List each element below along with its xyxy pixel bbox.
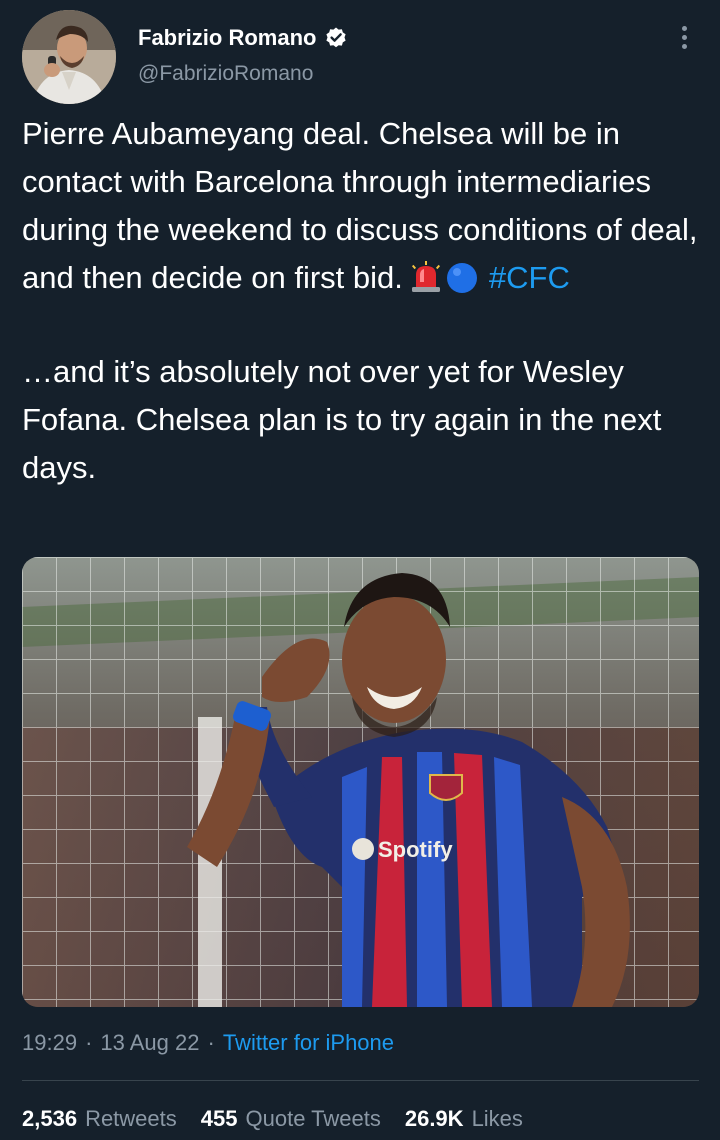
retweets-count: 2,536 bbox=[22, 1106, 78, 1131]
tweet-date[interactable]: 13 Aug 22 bbox=[100, 1030, 199, 1056]
quote-tweets-count: 455 bbox=[200, 1106, 238, 1131]
tweet-time[interactable]: 19:29 bbox=[22, 1030, 77, 1056]
more-dot-icon bbox=[681, 43, 687, 49]
verified-badge-icon bbox=[324, 26, 348, 50]
hashtag-link[interactable]: #CFC bbox=[489, 260, 570, 295]
likes-label: Likes bbox=[471, 1106, 523, 1131]
blue-circle-icon bbox=[445, 260, 479, 294]
shirt-sponsor-text: Spotify bbox=[378, 837, 453, 862]
tweet-text: Pierre Aubameyang deal. Chelsea will be … bbox=[22, 110, 702, 492]
siren-icon bbox=[409, 260, 443, 294]
tweet-photo[interactable]: Spotify bbox=[22, 557, 699, 1007]
tweet-paragraph-1: Pierre Aubameyang deal. Chelsea will be … bbox=[22, 110, 702, 302]
avatar[interactable] bbox=[22, 10, 116, 104]
tweet-stats: 2,536 Retweets 455 Quote Tweets 26.9K Li… bbox=[22, 1106, 523, 1132]
likes-stat[interactable]: 26.9K Likes bbox=[405, 1106, 523, 1132]
likes-count: 26.9K bbox=[404, 1106, 464, 1131]
quote-tweets-label: Quote Tweets bbox=[245, 1106, 381, 1131]
tweet-paragraph-2: …and it’s absolutely not over yet for We… bbox=[22, 354, 662, 485]
tweet-meta: 19:29 · 13 Aug 22 · Twitter for iPhone bbox=[22, 1030, 394, 1056]
more-dot-icon bbox=[681, 25, 687, 31]
tweet-paragraph-1-text: Pierre Aubameyang deal. Chelsea will be … bbox=[22, 116, 698, 295]
quote-tweets-stat[interactable]: 455 Quote Tweets bbox=[201, 1106, 381, 1132]
meta-separator: · bbox=[207, 1030, 215, 1055]
author-name-row[interactable]: Fabrizio Romano bbox=[138, 24, 348, 52]
tweet-source-link[interactable]: Twitter for iPhone bbox=[223, 1030, 394, 1056]
retweets-label: Retweets bbox=[85, 1106, 177, 1131]
more-dot-icon bbox=[681, 34, 687, 40]
photo-image: Spotify bbox=[22, 557, 699, 1007]
display-name[interactable]: Fabrizio Romano bbox=[138, 25, 316, 51]
more-options-button[interactable] bbox=[668, 20, 700, 54]
meta-separator: · bbox=[85, 1030, 93, 1055]
divider bbox=[22, 1080, 699, 1081]
retweets-stat[interactable]: 2,536 Retweets bbox=[22, 1106, 177, 1132]
tweet: Fabrizio Romano @FabrizioRomano Pierre A… bbox=[0, 0, 720, 1140]
avatar-image bbox=[22, 10, 116, 104]
handle[interactable]: @FabrizioRomano bbox=[138, 62, 313, 86]
